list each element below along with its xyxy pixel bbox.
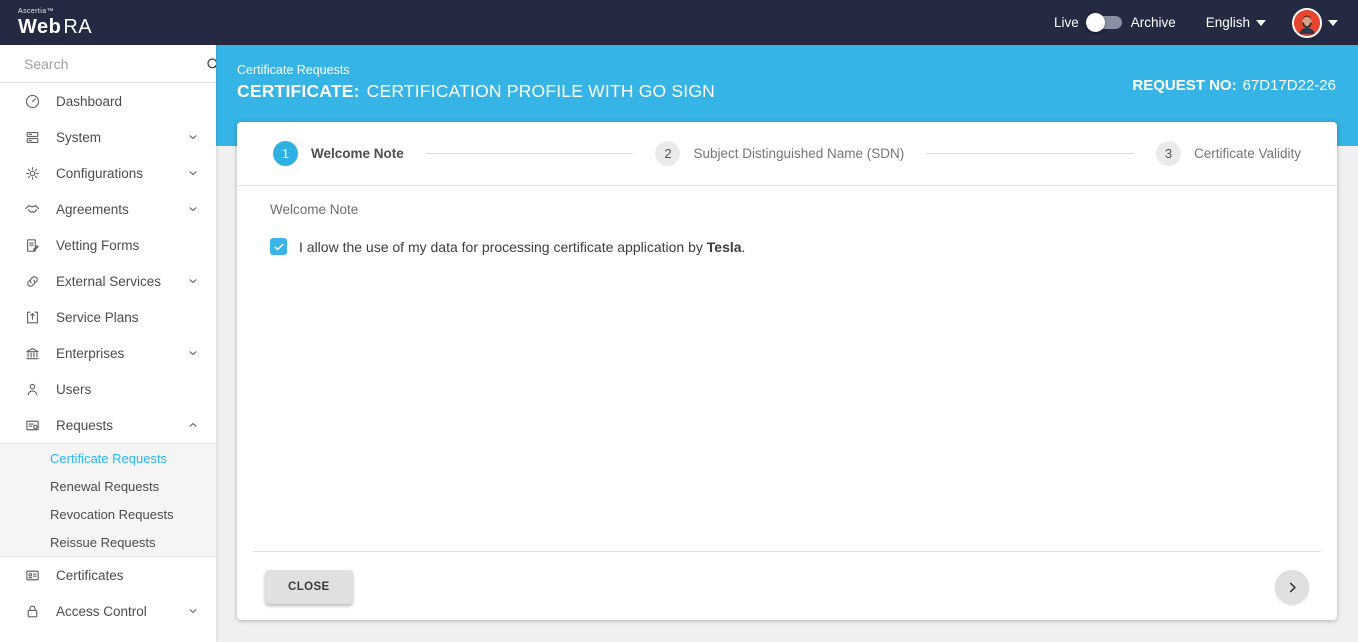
breadcrumb: Certificate Requests	[237, 63, 715, 77]
gauge-icon	[24, 93, 41, 110]
step-number: 2	[655, 141, 680, 166]
archive-label: Archive	[1131, 15, 1176, 30]
user-menu[interactable]	[1292, 8, 1338, 38]
requests-submenu: Certificate Requests Renewal Requests Re…	[0, 443, 216, 557]
consent-checkbox[interactable]	[270, 238, 287, 255]
live-archive-toggle-group: Live Archive	[1054, 15, 1176, 30]
sidebar-item-access-control[interactable]: Access Control	[0, 593, 216, 629]
sidebar-search	[0, 45, 216, 83]
avatar-illustration-icon	[1294, 10, 1320, 36]
chevron-down-icon	[187, 275, 199, 287]
step-connector	[926, 153, 1134, 154]
chevron-down-icon	[187, 203, 199, 215]
next-button[interactable]	[1275, 570, 1309, 604]
bank-icon	[24, 345, 41, 362]
certificate-icon	[24, 567, 41, 584]
step-sdn[interactable]: 2 Subject Distinguished Name (SDN)	[655, 141, 904, 166]
chevron-down-icon	[187, 131, 199, 143]
consent-text: I allow the use of my data for processin…	[299, 239, 745, 255]
form-pencil-icon	[24, 237, 41, 254]
wizard-footer: CLOSE	[253, 551, 1321, 620]
step-number: 1	[273, 141, 298, 166]
request-number-label: REQUEST NO:	[1132, 77, 1236, 94]
sidebar-item-configurations[interactable]: Configurations	[0, 155, 216, 191]
topbar: Ascertia™ WebRA Live Archive English	[0, 0, 1358, 45]
sidebar-subitem-certificate-requests[interactable]: Certificate Requests	[0, 444, 216, 472]
live-label: Live	[1054, 15, 1079, 30]
request-number-value: 67D17D22-26	[1243, 77, 1336, 94]
close-button[interactable]: CLOSE	[265, 570, 353, 604]
chevron-right-icon	[1285, 580, 1300, 595]
wizard-stepper: 1 Welcome Note 2 Subject Distinguished N…	[237, 122, 1337, 186]
request-card-icon	[24, 417, 41, 434]
sidebar-item-service-plans[interactable]: Service Plans	[0, 299, 216, 335]
toggle-knob[interactable]	[1086, 13, 1105, 32]
sidebar-item-partial[interactable]	[0, 629, 216, 642]
link-icon	[24, 273, 41, 290]
language-selector[interactable]: English	[1206, 15, 1266, 30]
page-title: CERTIFICATE: CERTIFICATION PROFILE WITH G…	[237, 81, 715, 102]
sidebar-subitem-reissue-requests[interactable]: Reissue Requests	[0, 528, 216, 556]
sidebar-item-vetting-forms[interactable]: Vetting Forms	[0, 227, 216, 263]
package-icon	[24, 309, 41, 326]
wizard-card: 1 Welcome Note 2 Subject Distinguished N…	[237, 122, 1337, 620]
company-name: Ascertia™	[18, 8, 92, 15]
partial-icon	[24, 639, 41, 642]
caret-down-icon	[1328, 19, 1338, 27]
chevron-down-icon	[187, 347, 199, 359]
product-name: WebRA	[18, 16, 92, 38]
padlock-icon	[24, 603, 41, 620]
app-logo: Ascertia™ WebRA	[18, 8, 92, 37]
section-label: Welcome Note	[270, 202, 1304, 217]
sidebar-subitem-revocation-requests[interactable]: Revocation Requests	[0, 500, 216, 528]
chevron-down-icon	[187, 167, 199, 179]
sidebar: Dashboard System Configurations Agreemen…	[0, 45, 216, 642]
search-icon[interactable]	[205, 56, 216, 72]
checkmark-icon	[273, 241, 285, 253]
consent-row: I allow the use of my data for processin…	[270, 238, 1304, 255]
search-input[interactable]	[24, 56, 205, 72]
step-number: 3	[1156, 141, 1181, 166]
topbar-actions: Live Archive English	[1054, 8, 1338, 38]
gear-icon	[24, 165, 41, 182]
step-connector	[426, 153, 634, 154]
sidebar-item-requests[interactable]: Requests	[0, 407, 216, 443]
user-avatar[interactable]	[1292, 8, 1322, 38]
page-header-titles: Certificate Requests CERTIFICATE:CERTIFI…	[237, 63, 715, 102]
sidebar-item-external-services[interactable]: External Services	[0, 263, 216, 299]
sidebar-item-dashboard[interactable]: Dashboard	[0, 83, 216, 119]
caret-down-icon	[1256, 19, 1266, 27]
sidebar-item-certificates[interactable]: Certificates	[0, 557, 216, 593]
sidebar-item-users[interactable]: Users	[0, 371, 216, 407]
sidebar-item-system[interactable]: System	[0, 119, 216, 155]
sidebar-item-agreements[interactable]: Agreements	[0, 191, 216, 227]
sidebar-subitem-renewal-requests[interactable]: Renewal Requests	[0, 472, 216, 500]
handshake-icon	[24, 201, 41, 218]
request-number: REQUEST NO: 67D17D22-26	[1132, 77, 1336, 94]
live-archive-toggle[interactable]	[1088, 16, 1122, 29]
step-certificate-validity[interactable]: 3 Certificate Validity	[1156, 141, 1301, 166]
sidebar-item-enterprises[interactable]: Enterprises	[0, 335, 216, 371]
page-title-text: CERTIFICATION PROFILE WITH GO SIGN	[367, 81, 715, 101]
chevron-down-icon	[187, 605, 199, 617]
language-label: English	[1206, 15, 1250, 30]
server-icon	[24, 129, 41, 146]
user-icon	[24, 381, 41, 398]
wizard-body: Welcome Note I allow the use of my data …	[237, 186, 1337, 551]
chevron-up-icon	[187, 419, 199, 431]
step-welcome-note[interactable]: 1 Welcome Note	[273, 141, 404, 166]
page-title-prefix: CERTIFICATE:	[237, 81, 360, 101]
